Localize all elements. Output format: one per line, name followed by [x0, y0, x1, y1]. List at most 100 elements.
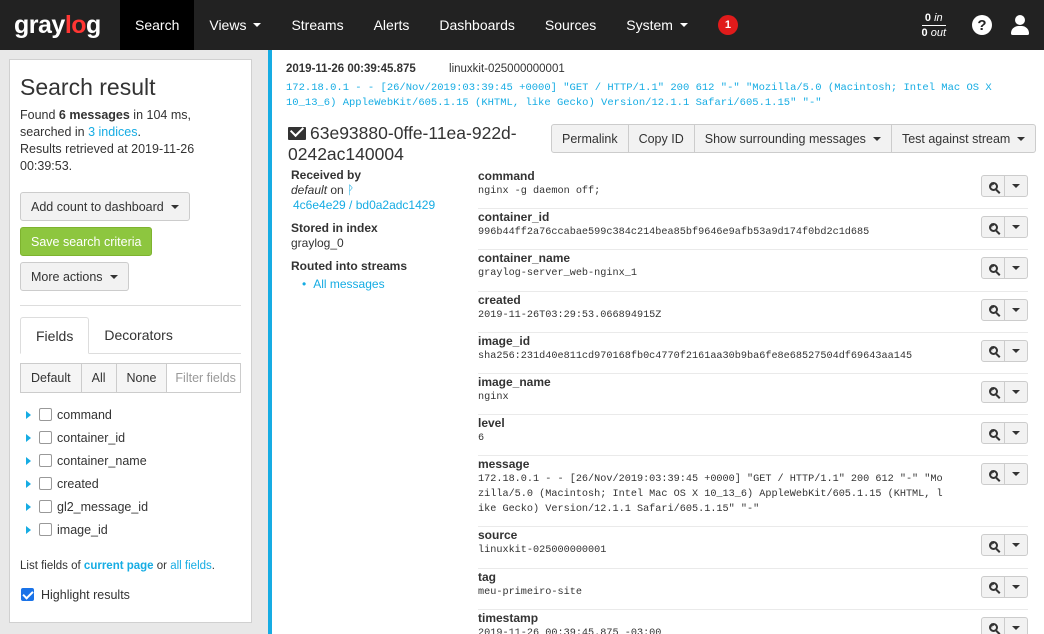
envelope-icon — [288, 127, 306, 140]
search-summary: Found 6 messages in 104 ms, searched in … — [20, 108, 195, 173]
search-icon[interactable] — [981, 216, 1005, 239]
show-surrounding-button[interactable]: Show surrounding messages — [693, 124, 892, 153]
message-source: linuxkit-025000000001 — [449, 63, 565, 75]
search-icon[interactable] — [981, 616, 1005, 634]
field-filter-row: Default All None Filter fields — [20, 363, 241, 393]
caret-right-icon[interactable] — [26, 456, 31, 465]
caret-right-icon[interactable] — [26, 502, 31, 511]
chevron-down-icon — [253, 23, 262, 27]
field-checkbox[interactable] — [39, 408, 52, 421]
field-actions-dropdown[interactable] — [1004, 339, 1028, 362]
search-icon[interactable] — [981, 575, 1005, 598]
all-fields-link[interactable]: all fields — [170, 560, 212, 572]
search-icon[interactable] — [981, 380, 1005, 403]
nav-search[interactable]: Search — [120, 0, 195, 50]
field-checkbox[interactable] — [39, 523, 52, 536]
field-actions-dropdown[interactable] — [1004, 298, 1028, 321]
field-actions-dropdown[interactable] — [1004, 380, 1028, 403]
search-icon[interactable] — [981, 298, 1005, 321]
field-checkbox[interactable] — [39, 454, 52, 467]
highlight-checkbox[interactable] — [21, 588, 34, 601]
field-actions-dropdown[interactable] — [1004, 534, 1028, 557]
notifications-badge[interactable]: 1 — [703, 0, 753, 50]
nav-alerts[interactable]: Alerts — [359, 0, 425, 50]
caret-right-icon[interactable] — [26, 433, 31, 442]
throughput-indicator[interactable]: 0 in 0 out — [921, 11, 946, 40]
input-icon: ᚹ — [347, 183, 355, 197]
graylog-logo[interactable]: gray lo g — [0, 0, 120, 50]
nav-system[interactable]: System — [611, 0, 703, 50]
copy-id-button[interactable]: Copy ID — [627, 124, 695, 153]
filter-none-button[interactable]: None — [115, 363, 168, 393]
field-actions-dropdown[interactable] — [1004, 257, 1028, 280]
chevron-down-icon — [872, 136, 881, 141]
search-icon[interactable] — [981, 422, 1005, 445]
search-icon[interactable] — [981, 463, 1005, 486]
caret-right-icon[interactable] — [26, 410, 31, 419]
list-item[interactable]: gl2_message_id — [20, 495, 241, 518]
field-actions-dropdown[interactable] — [1004, 575, 1028, 598]
message-header: 2019-11-26 00:39:45.875 linuxkit-0250000… — [286, 63, 565, 75]
field-actions-dropdown[interactable] — [1004, 216, 1028, 239]
message-metadata: Received by default on ᚹ 4c6e4e29 / bd0a… — [291, 168, 471, 300]
table-row: message 172.18.0.1 - - [26/Nov/2019:03:39… — [478, 456, 1028, 528]
stored-index: graylog_0 — [291, 236, 344, 250]
save-search-criteria-button[interactable]: Save search criteria — [20, 227, 153, 256]
sidebar-tabs: Fields Decorators — [20, 317, 241, 354]
permalink-button[interactable]: Permalink — [551, 124, 629, 153]
table-row: container_name graylog-server_web-nginx_1 — [478, 250, 1028, 292]
table-row: image_name nginx — [478, 374, 1028, 416]
filter-default-button[interactable]: Default — [20, 363, 82, 393]
tab-fields[interactable]: Fields — [20, 317, 90, 354]
chevron-down-icon — [170, 204, 179, 209]
nav-views[interactable]: Views — [194, 0, 276, 50]
nav-dashboards[interactable]: Dashboards — [424, 0, 530, 50]
caret-right-icon[interactable] — [26, 479, 31, 488]
field-actions-dropdown[interactable] — [1004, 422, 1028, 445]
filter-all-button[interactable]: All — [80, 363, 117, 393]
table-row: level 6 — [478, 415, 1028, 457]
top-navbar: gray lo g Search Views Streams Alerts Dash… — [0, 0, 1044, 50]
table-row: source linuxkit-025000000001 — [478, 527, 1028, 569]
search-icon[interactable] — [981, 534, 1005, 557]
table-row: container_id 996b44ff2a76ccabae599c384c21… — [478, 209, 1028, 251]
search-icon[interactable] — [981, 339, 1005, 362]
tab-decorators[interactable]: Decorators — [89, 317, 187, 353]
more-actions-button[interactable]: More actions — [20, 262, 129, 291]
full-message-text: 172.18.0.1 - - [26/Nov/2019:03:39:45 +00… — [286, 82, 992, 109]
list-item[interactable]: container_name — [20, 449, 241, 472]
message-actions: Permalink Copy ID Show surrounding messa… — [551, 124, 1037, 153]
table-row: timestamp 2019-11-26 00:39:45.875 -03:00 — [478, 610, 1028, 634]
current-page-link[interactable]: current page — [84, 560, 154, 572]
message-detail-panel: 2019-11-26 00:39:45.875 linuxkit-0250000… — [268, 50, 1044, 634]
field-actions-dropdown[interactable] — [1004, 616, 1028, 634]
field-checkbox[interactable] — [39, 477, 52, 490]
search-icon[interactable] — [981, 175, 1005, 197]
field-checkbox[interactable] — [39, 500, 52, 513]
add-count-to-dashboard-button[interactable]: Add count to dashboard — [20, 192, 190, 221]
message-id: 63e93880-0ffe-11ea-922d-0242ac140004 — [288, 123, 517, 164]
node-link[interactable]: 4c6e4e29 / bd0a2adc1429 — [291, 198, 471, 213]
list-item[interactable]: created — [20, 472, 241, 495]
filter-fields-input[interactable]: Filter fields — [166, 363, 241, 393]
search-icon[interactable] — [981, 257, 1005, 280]
field-actions-dropdown[interactable] — [1004, 175, 1028, 197]
nav-sources[interactable]: Sources — [530, 0, 611, 50]
list-item[interactable]: command — [20, 403, 241, 426]
nav-streams[interactable]: Streams — [276, 0, 358, 50]
user-icon[interactable] — [1010, 14, 1030, 36]
field-list: command container_id container_name crea… — [20, 403, 241, 541]
field-actions-dropdown[interactable] — [1004, 463, 1028, 486]
chevron-down-icon — [1017, 136, 1026, 141]
indices-link[interactable]: 3 indices — [88, 125, 137, 139]
caret-right-icon[interactable] — [26, 525, 31, 534]
test-against-stream-button[interactable]: Test against stream — [890, 124, 1037, 153]
field-checkbox[interactable] — [39, 431, 52, 444]
help-icon[interactable]: ? — [972, 15, 992, 35]
table-row: created 2019-11-26T03:29:53.066894915Z — [478, 292, 1028, 333]
list-item[interactable]: container_id — [20, 426, 241, 449]
chevron-down-icon — [679, 23, 688, 27]
list-item[interactable]: image_id — [20, 518, 241, 541]
stream-link[interactable]: All messages — [302, 277, 471, 292]
highlight-results-toggle[interactable]: Highlight results — [20, 583, 241, 606]
